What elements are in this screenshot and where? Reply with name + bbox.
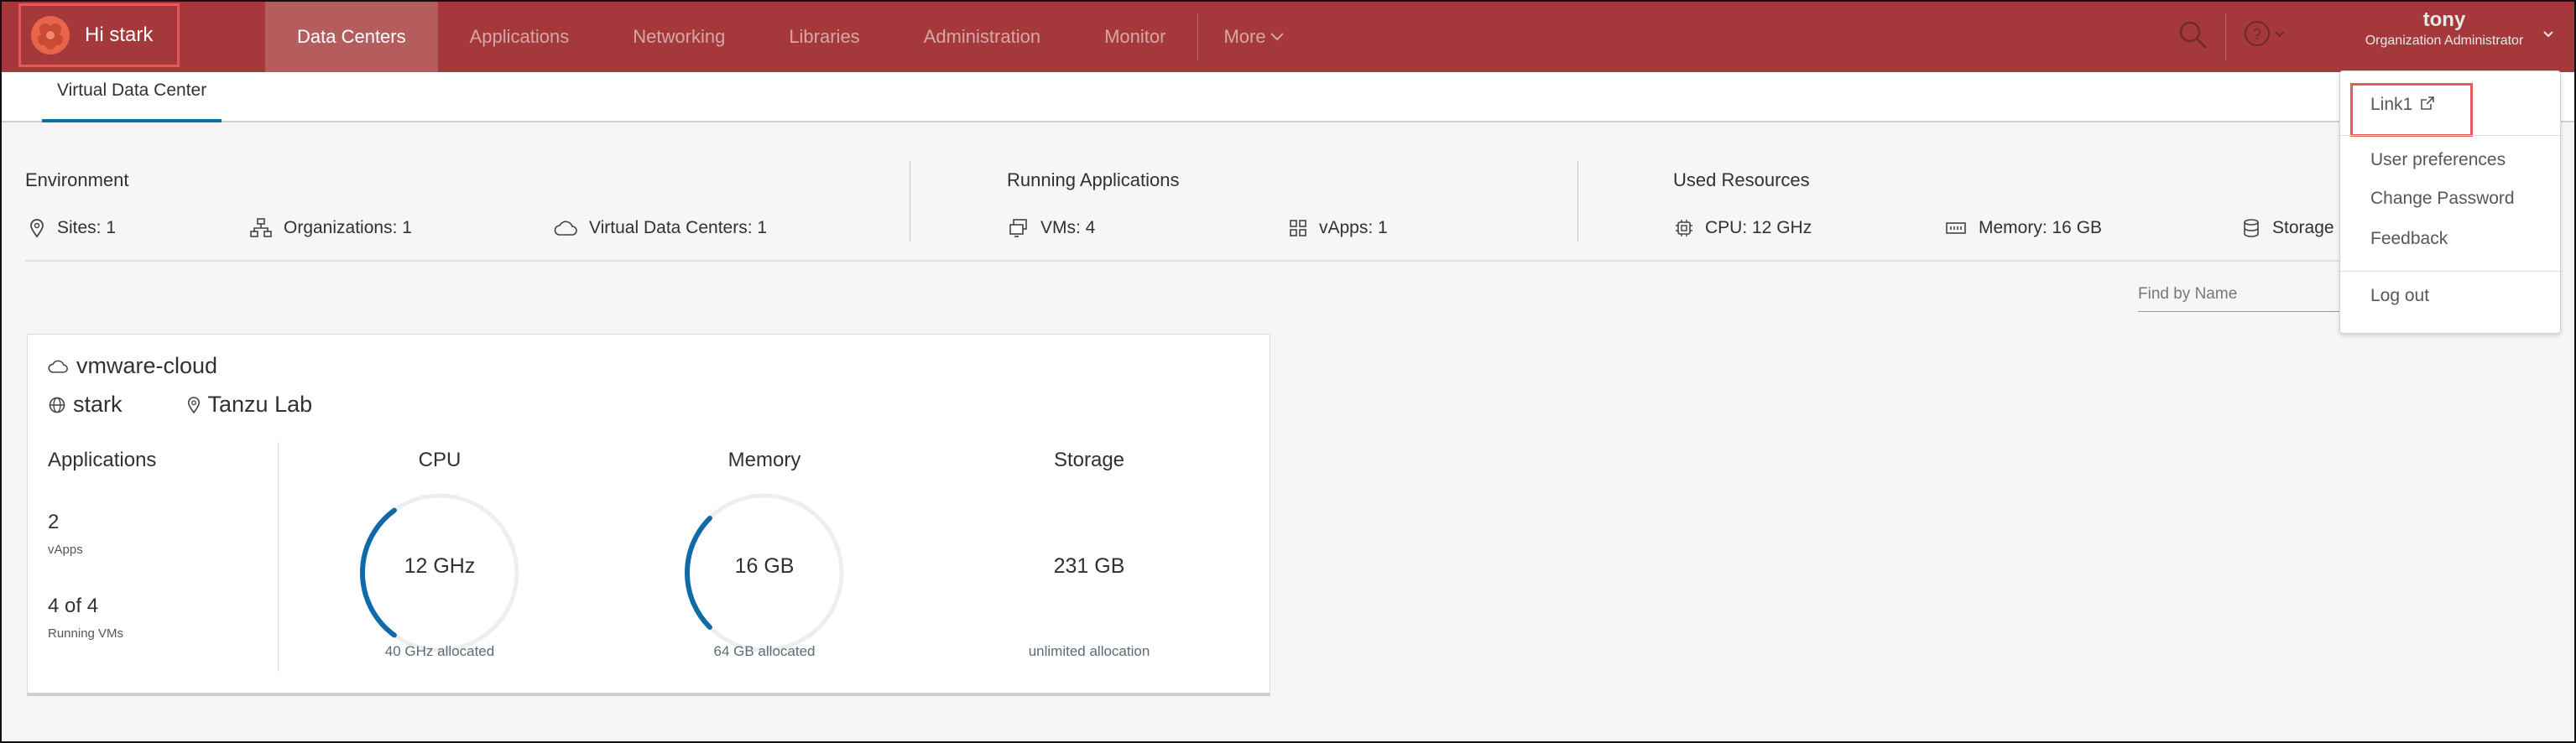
nav-more-menu[interactable]: More (1198, 2, 1309, 72)
vms-stat: VMs: 4 (1009, 218, 1095, 238)
vdc-org: stark (73, 392, 123, 417)
user-role: Organization Administrator (2365, 34, 2524, 48)
user-name: tony (2422, 8, 2466, 31)
chevron-down-icon (2543, 31, 2553, 38)
summary-divider-line (25, 260, 2341, 262)
applications-title: Applications (48, 449, 157, 471)
memory-icon (1946, 222, 1966, 234)
vapps-label: vApps (48, 543, 83, 557)
cpu-text: CPU: 12 GHz (1705, 218, 1812, 237)
menu-item-logout[interactable]: Log out (2370, 286, 2429, 306)
memory-title: Memory (727, 449, 801, 471)
menu-item-link1[interactable]: Link1 (2370, 95, 2436, 115)
dashboard-summary: Environment Sites: 1 Organizations: 1 Vi… (25, 161, 2542, 257)
vdc-card-title[interactable]: vmware-cloud (48, 353, 217, 379)
storage-stat: Storage (2242, 218, 2334, 238)
vdc-card[interactable]: vmware-cloud stark Tanzu Lab Application… (27, 334, 1270, 696)
app-frame: Hi stark Data Centers Applications Netwo… (0, 0, 2576, 743)
organizations-text: Organizations: 1 (284, 218, 412, 237)
storage-allocated: unlimited allocation (1028, 643, 1150, 659)
find-placeholder: Find by Name (2138, 285, 2238, 303)
nav-administration[interactable]: Administration (892, 2, 1072, 72)
sub-navigation: Virtual Data Center (2, 72, 2574, 122)
menu-item-user-preferences[interactable]: User preferences (2370, 150, 2506, 170)
tab-virtual-data-center[interactable]: Virtual Data Center (42, 81, 222, 122)
svg-text:?: ? (2253, 26, 2261, 43)
vdc-card-meta: stark Tanzu Lab (48, 392, 312, 418)
vdc-name: vmware-cloud (76, 353, 218, 378)
cpu-value: 12 GHz (404, 554, 476, 578)
vdc-stat: Virtual Data Centers: 1 (554, 218, 767, 238)
vapps-count: 2 (48, 511, 60, 533)
header-divider (2225, 13, 2226, 60)
menu-item-feedback[interactable]: Feedback (2370, 229, 2448, 249)
vms-text: VMs: 4 (1040, 218, 1096, 237)
vapps-stat: vApps: 1 (1289, 218, 1388, 238)
memory-allocated: 64 GB allocated (713, 643, 816, 659)
greeting-text: Hi stark (85, 23, 154, 46)
used-resources-title: Used Resources (1673, 169, 1810, 190)
cpu-title: CPU (418, 449, 461, 471)
menu-divider (2340, 135, 2560, 136)
environment-title: Environment (25, 169, 129, 190)
help-icon[interactable]: ? (2242, 18, 2287, 52)
main-nav: Data Centers Applications Networking Lib… (265, 2, 1310, 72)
memory-stat: Memory: 16 GB (1945, 218, 2102, 238)
menu-divider (2340, 271, 2560, 272)
cloud-director-logo-icon (31, 16, 70, 55)
map-pin-icon (30, 219, 44, 238)
menu-item-change-password[interactable]: Change Password (2370, 189, 2515, 209)
nav-networking[interactable]: Networking (601, 2, 757, 72)
cloud-icon (554, 221, 577, 236)
nav-monitor[interactable]: Monitor (1072, 2, 1197, 72)
sites-text: Sites: 1 (57, 218, 117, 237)
more-label: More (1223, 26, 1266, 47)
storage-value: 231 GB (1053, 554, 1125, 578)
globe-icon (49, 397, 65, 413)
vapps-text: vApps: 1 (1319, 218, 1388, 237)
storage-icon (2244, 219, 2259, 237)
cpu-stat: CPU: 12 GHz (1675, 218, 1812, 238)
search-icon[interactable] (2177, 18, 2210, 52)
organization-icon (250, 218, 272, 237)
memory-text: Memory: 16 GB (1979, 218, 2103, 237)
cloud-icon (48, 360, 68, 373)
top-header: Hi stark Data Centers Applications Netwo… (2, 2, 2574, 72)
user-menu-toggle[interactable]: tony Organization Administrator (2331, 8, 2558, 49)
card-divider (278, 442, 279, 672)
vm-icon (1009, 219, 1027, 237)
user-dropdown-menu: Link1 User preferences Change Password F… (2339, 70, 2561, 334)
cpu-allocated: 40 GHz allocated (384, 643, 495, 659)
storage-text: Storage (2272, 218, 2334, 237)
summary-divider (1577, 161, 1578, 242)
sites-stat: Sites: 1 (29, 218, 116, 238)
brand-home-link[interactable]: Hi stark (18, 3, 180, 67)
external-link-icon (2421, 96, 2434, 110)
running-apps-title: Running Applications (1007, 169, 1180, 190)
vms-label: Running VMs (48, 626, 124, 641)
map-pin-icon (187, 396, 200, 413)
vdc-site: Tanzu Lab (207, 392, 313, 417)
vapp-icon (1290, 220, 1306, 236)
memory-value: 16 GB (734, 554, 795, 578)
vms-count: 4 of 4 (48, 595, 99, 617)
organizations-stat: Organizations: 1 (250, 218, 412, 238)
vdc-text: Virtual Data Centers: 1 (589, 218, 768, 237)
find-by-name-input[interactable]: Find by Name (2138, 283, 2339, 312)
nav-applications[interactable]: Applications (438, 2, 602, 72)
nav-libraries[interactable]: Libraries (757, 2, 891, 72)
nav-data-centers[interactable]: Data Centers (265, 2, 438, 72)
link1-label: Link1 (2370, 95, 2413, 114)
cpu-icon (1676, 220, 1692, 236)
storage-title: Storage (1053, 449, 1125, 471)
chevron-down-icon (1270, 33, 1284, 41)
